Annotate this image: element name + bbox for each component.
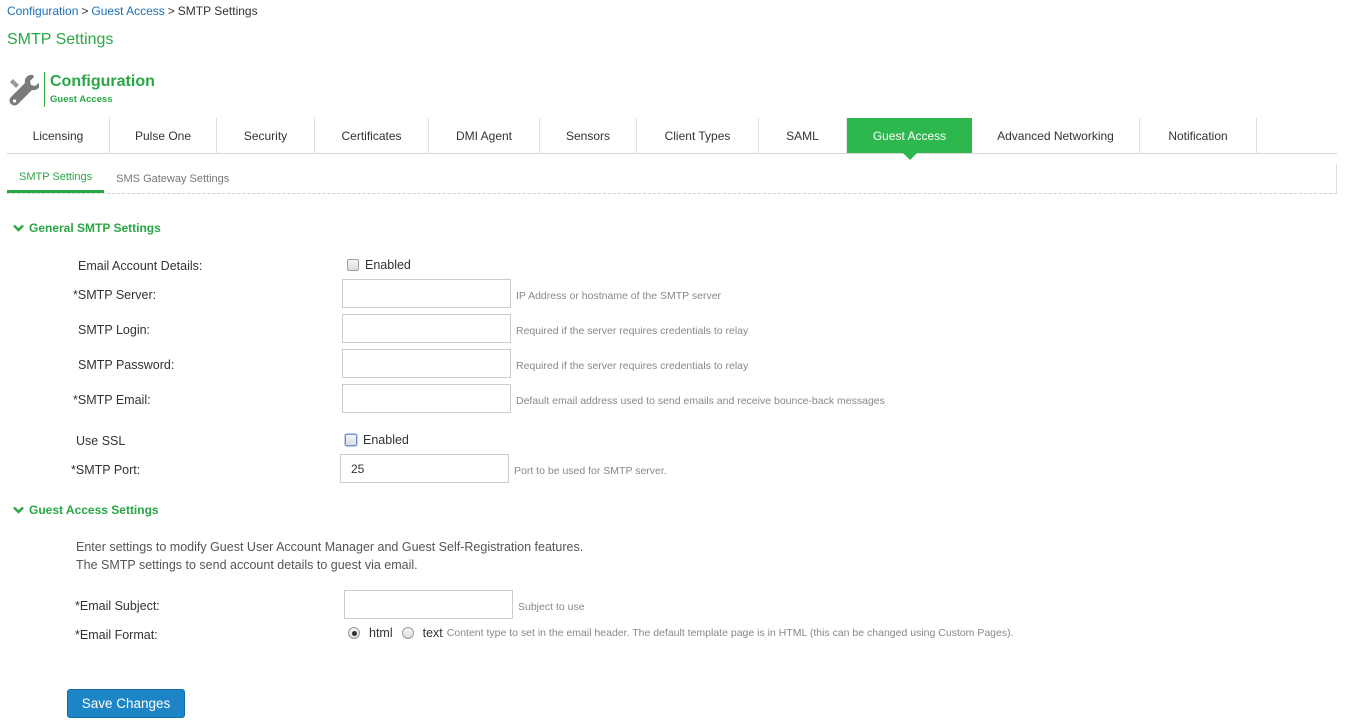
smtp-port-label: *SMTP Port: bbox=[71, 463, 141, 477]
guest-description-line: Enter settings to modify Guest User Acco… bbox=[76, 540, 584, 554]
guest-access-settings-title: Guest Access Settings bbox=[29, 503, 159, 517]
smtp-email-label: *SMTP Email: bbox=[73, 393, 151, 407]
breadcrumb-link-guest-access[interactable]: Guest Access bbox=[91, 4, 164, 18]
tab-security[interactable]: Security bbox=[217, 118, 315, 153]
smtp-server-label: *SMTP Server: bbox=[73, 288, 157, 302]
main-tabs: Licensing Pulse One Security Certificate… bbox=[7, 118, 1337, 160]
section-header: Configuration Guest Access bbox=[7, 70, 155, 110]
checkbox-box[interactable] bbox=[347, 259, 359, 271]
tab-saml[interactable]: SAML bbox=[759, 118, 847, 153]
email-format-text-label: text bbox=[422, 626, 443, 640]
smtp-login-label: SMTP Login: bbox=[78, 323, 151, 337]
save-changes-button[interactable]: Save Changes bbox=[67, 689, 185, 718]
smtp-password-label: SMTP Password: bbox=[78, 358, 175, 372]
subtab-sms-gateway-settings[interactable]: SMS Gateway Settings bbox=[104, 164, 241, 193]
section-title: Configuration bbox=[50, 73, 155, 90]
guest-description-line: The SMTP settings to send account detail… bbox=[76, 558, 418, 572]
smtp-email-hint: Default email address used to send email… bbox=[516, 395, 885, 407]
smtp-port-hint: Port to be used for SMTP server. bbox=[514, 465, 667, 477]
email-format-html-label: html bbox=[369, 626, 393, 640]
email-format-hint: Content type to set in the email header.… bbox=[446, 627, 1014, 639]
checkbox-label: Enabled bbox=[363, 433, 409, 447]
smtp-server-input[interactable] bbox=[342, 279, 511, 308]
tab-notification[interactable]: Notification bbox=[1140, 118, 1257, 153]
header-divider bbox=[44, 72, 45, 107]
email-subject-input[interactable] bbox=[344, 590, 513, 619]
email-format-html-radio[interactable] bbox=[348, 627, 360, 639]
smtp-port-input[interactable] bbox=[340, 454, 509, 483]
email-account-details-label: Email Account Details: bbox=[78, 259, 203, 273]
breadcrumb-separator: > bbox=[167, 4, 175, 18]
email-format-text-radio[interactable] bbox=[401, 627, 414, 639]
smtp-email-input[interactable] bbox=[342, 384, 511, 413]
email-format-label: *Email Format: bbox=[75, 628, 158, 642]
checkbox-label: Enabled bbox=[365, 258, 411, 272]
subtab-smtp-settings[interactable]: SMTP Settings bbox=[7, 164, 105, 193]
tab-pulse-one[interactable]: Pulse One bbox=[110, 118, 217, 153]
section-subtitle: Guest Access bbox=[50, 94, 113, 105]
smtp-login-hint: Required if the server requires credenti… bbox=[516, 325, 749, 337]
tab-certificates[interactable]: Certificates bbox=[315, 118, 429, 153]
tab-sensors[interactable]: Sensors bbox=[540, 118, 637, 153]
smtp-password-hint: Required if the server requires credenti… bbox=[516, 360, 749, 372]
header-text: Configuration Guest Access bbox=[50, 70, 155, 106]
tab-guest-access[interactable]: Guest Access bbox=[847, 118, 972, 160]
chevron-down-icon bbox=[13, 224, 24, 232]
tab-dmi-agent[interactable]: DMI Agent bbox=[429, 118, 540, 153]
smtp-login-input[interactable] bbox=[342, 314, 511, 343]
guest-description: Enter settings to modify Guest User Acco… bbox=[76, 538, 583, 574]
email-format-radio-group: html text Content type to set in the ema… bbox=[348, 626, 1014, 640]
breadcrumb-link-configuration[interactable]: Configuration bbox=[7, 4, 78, 18]
use-ssl-enabled-checkbox[interactable]: Enabled bbox=[345, 433, 409, 447]
smtp-server-hint: IP Address or hostname of the SMTP serve… bbox=[516, 290, 722, 302]
general-smtp-settings-toggle[interactable]: General SMTP Settings bbox=[13, 221, 161, 235]
general-smtp-settings-title: General SMTP Settings bbox=[29, 221, 161, 235]
smtp-password-input[interactable] bbox=[342, 349, 511, 378]
email-account-enabled-checkbox[interactable]: Enabled bbox=[347, 258, 411, 272]
tab-licensing[interactable]: Licensing bbox=[7, 118, 110, 153]
sub-tabs: SMTP Settings SMS Gateway Settings bbox=[7, 164, 1337, 194]
breadcrumb: Configuration > Guest Access > SMTP Settings bbox=[7, 4, 258, 18]
email-subject-label: *Email Subject: bbox=[75, 599, 160, 613]
checkbox-box[interactable] bbox=[345, 434, 357, 446]
page-title: SMTP Settings bbox=[7, 31, 114, 48]
tab-client-types[interactable]: Client Types bbox=[637, 118, 759, 153]
tab-advanced-networking[interactable]: Advanced Networking bbox=[972, 118, 1140, 153]
breadcrumb-current: SMTP Settings bbox=[177, 4, 258, 18]
email-subject-hint: Subject to use bbox=[518, 601, 585, 613]
chevron-down-icon bbox=[13, 506, 24, 514]
wrench-icon bbox=[9, 74, 39, 106]
breadcrumb-separator: > bbox=[81, 4, 89, 18]
radio-selected-dot bbox=[351, 630, 357, 636]
use-ssl-label: Use SSL bbox=[76, 434, 126, 448]
guest-access-settings-toggle[interactable]: Guest Access Settings bbox=[13, 503, 159, 517]
